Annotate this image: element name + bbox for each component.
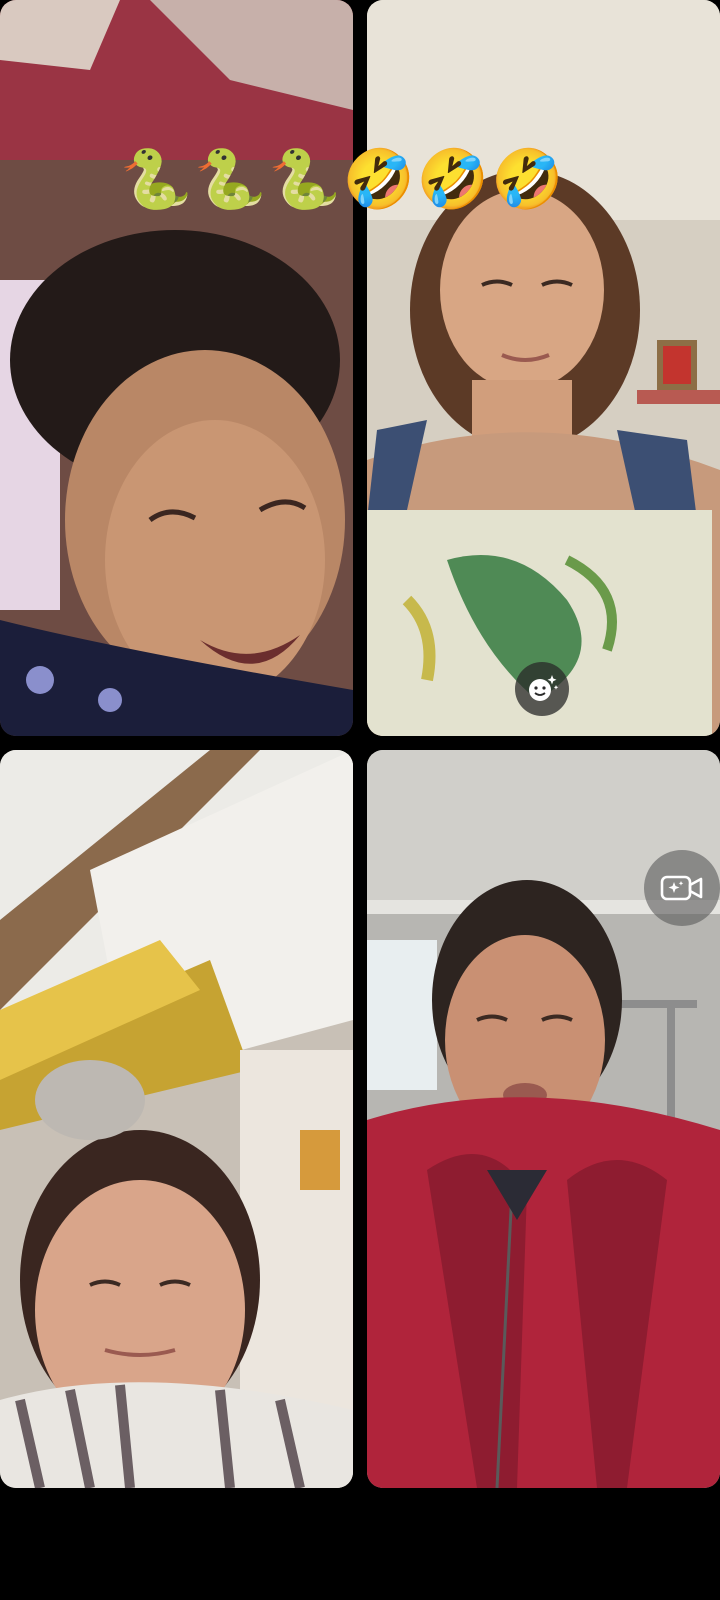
snake-emoji: 🐍 xyxy=(120,145,193,213)
reaction-emoji-overlay: 🐍 🐍 🐍 🤣 🤣 🤣 xyxy=(120,150,563,208)
face-sparkle-icon xyxy=(529,675,559,701)
snake-emoji: 🐍 xyxy=(194,145,267,213)
rolling-laughing-emoji: 🤣 xyxy=(416,145,490,213)
video-call-screen: 🐍 🐍 🐍 🤣 🤣 🤣 xyxy=(0,0,720,1600)
participant-video-1[interactable] xyxy=(0,0,353,736)
video-sparkle-icon xyxy=(660,875,703,901)
bottom-bar xyxy=(0,1488,720,1600)
snake-emoji: 🐍 xyxy=(268,145,341,213)
participant-video-3-scene xyxy=(0,750,353,1488)
participant-video-3[interactable] xyxy=(0,750,353,1488)
participant-video-2[interactable] xyxy=(367,0,720,736)
camera-effects-button[interactable] xyxy=(644,850,720,926)
rolling-laughing-emoji: 🤣 xyxy=(491,145,564,213)
participant-video-2-scene xyxy=(367,0,720,736)
rolling-laughing-emoji: 🤣 xyxy=(342,145,415,213)
effects-button[interactable] xyxy=(515,662,569,716)
participant-video-1-scene xyxy=(0,0,353,736)
